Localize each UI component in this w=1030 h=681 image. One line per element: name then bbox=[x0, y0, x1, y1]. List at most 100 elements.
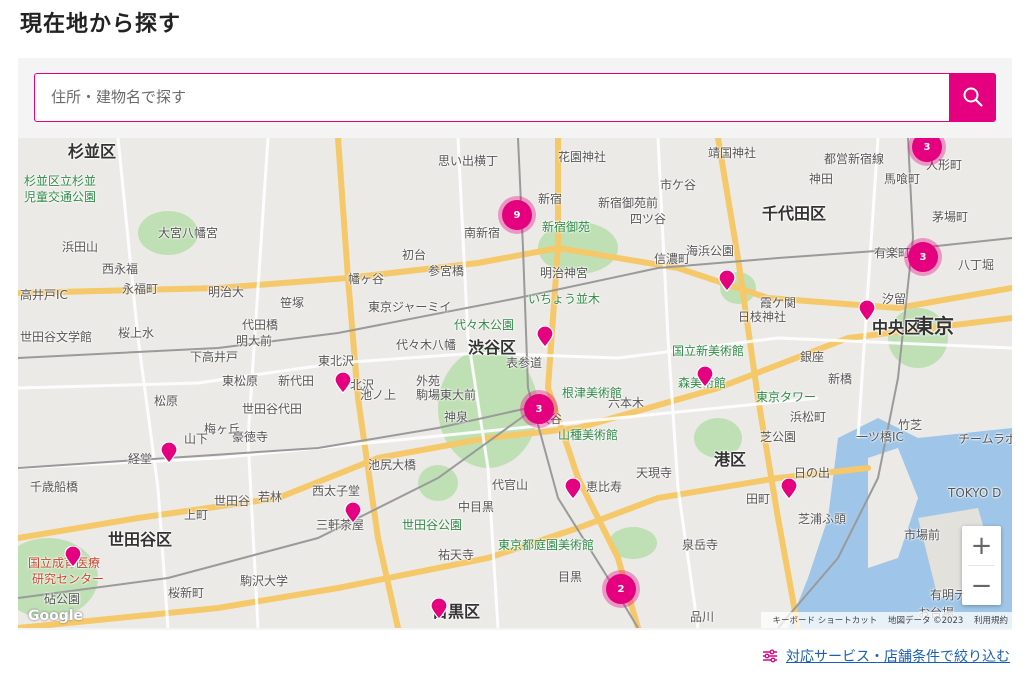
map-label: 西太子堂 bbox=[312, 484, 361, 498]
map-cluster-marker[interactable]: 2 bbox=[606, 574, 636, 604]
filter-link[interactable]: 対応サービス・店舗条件で絞り込む bbox=[762, 646, 1010, 666]
map-label: 明治神宮 bbox=[540, 266, 589, 280]
map-pin-icon[interactable] bbox=[344, 501, 362, 524]
zoom-in-button[interactable]: + bbox=[962, 526, 1001, 565]
search-box bbox=[34, 73, 996, 122]
map-label: 世田谷文学館 bbox=[20, 330, 93, 344]
terms-link[interactable]: 利用規約 bbox=[974, 616, 1008, 626]
map-pin-icon[interactable] bbox=[564, 477, 582, 500]
map-label: 馬喰町 bbox=[884, 172, 921, 186]
map-label: 明治大 bbox=[208, 285, 245, 299]
map-label: 新宿 bbox=[538, 192, 563, 206]
map-label: 東北沢 bbox=[318, 354, 355, 368]
map-label: 松原 bbox=[154, 394, 179, 408]
map-label: 桜上水 bbox=[118, 326, 155, 340]
map-pin-icon[interactable] bbox=[430, 597, 448, 620]
map-label: 八丁堀 bbox=[958, 258, 995, 272]
map-label: 靖国神社 bbox=[708, 146, 757, 160]
map-label: 若林 bbox=[258, 490, 283, 504]
map-label: 千代田区 bbox=[762, 204, 827, 223]
map-label: 杉並区立杉並 bbox=[24, 174, 97, 188]
map-label: 恵比寿 bbox=[586, 480, 623, 494]
map-label: 豪徳寺 bbox=[232, 430, 269, 444]
map-label: 千歳船橋 bbox=[30, 480, 79, 494]
map-pin-icon[interactable] bbox=[536, 325, 554, 348]
map-label: 目黒 bbox=[558, 570, 583, 584]
map-label: 西永福 bbox=[102, 262, 139, 276]
map-label: 代田橋 bbox=[242, 318, 279, 332]
search-button[interactable] bbox=[949, 73, 996, 121]
map-label: 信濃町 bbox=[654, 252, 691, 266]
map-label: 汐留 bbox=[882, 292, 907, 306]
map-label: 中目黒 bbox=[458, 500, 495, 514]
map-label: 表参道 bbox=[506, 356, 543, 370]
map-label: 有楽町 bbox=[874, 246, 911, 260]
map-label: 経堂 bbox=[128, 452, 153, 466]
map-label: 世田谷区 bbox=[108, 530, 173, 549]
map-pin-icon[interactable] bbox=[64, 545, 82, 568]
map-label: 新宿御苑 bbox=[542, 220, 591, 234]
map-label: 外苑 bbox=[416, 374, 441, 388]
map-label: 日の出 bbox=[794, 466, 831, 480]
map-label: 一ツ橋IC bbox=[856, 430, 904, 444]
map-label: 神田 bbox=[809, 172, 834, 186]
map-label: 新宿御苑前 bbox=[598, 196, 659, 210]
map-label: チームラボプラネ bbox=[958, 432, 1012, 446]
map-label: 浜松町 bbox=[790, 410, 827, 424]
map-cluster-marker[interactable]: 3 bbox=[524, 394, 554, 424]
map-label: 大宮八幡宮 bbox=[158, 226, 219, 240]
map-pin-icon[interactable] bbox=[858, 299, 876, 322]
map-label: 砧公園 bbox=[44, 592, 81, 606]
map-label: 桜新町 bbox=[168, 586, 205, 600]
sliders-icon bbox=[763, 649, 777, 663]
map-label: 泉岳寺 bbox=[682, 538, 719, 552]
map-label: 港区 bbox=[714, 450, 747, 469]
map-cluster-marker[interactable]: 3 bbox=[908, 242, 938, 272]
map-label: 代々木八幡 bbox=[396, 338, 457, 352]
map-label: 世田谷 bbox=[214, 494, 251, 508]
map-label: 笹塚 bbox=[280, 296, 305, 310]
map-label: 中央区 bbox=[872, 318, 921, 337]
map-label: 銀座 bbox=[800, 350, 825, 364]
map-pin-icon[interactable] bbox=[696, 365, 714, 388]
map-label: 山下 bbox=[184, 432, 209, 446]
map-label: 参宮橋 bbox=[428, 264, 465, 278]
map-attribution: キーボード ショートカット 地図データ ©2023 利用規約 bbox=[760, 612, 1012, 628]
map-label: TOKYO D bbox=[948, 486, 1002, 500]
map-label: 芝公園 bbox=[760, 430, 797, 444]
map-label: 児童交通公園 bbox=[24, 190, 97, 204]
map-label: 海浜公園 bbox=[686, 244, 735, 258]
map-label: 東京タワー bbox=[756, 390, 817, 404]
map-label: いちょう並木 bbox=[528, 292, 601, 306]
map-label: 六本木 bbox=[608, 396, 645, 410]
map-label: 駒沢大学 bbox=[240, 574, 289, 588]
map-pin-icon[interactable] bbox=[718, 269, 736, 292]
map-label: 天現寺 bbox=[636, 466, 673, 480]
map-label: 品川 bbox=[690, 610, 715, 624]
search-input[interactable] bbox=[35, 74, 947, 120]
map-label: 茅場町 bbox=[932, 210, 969, 224]
map-label: 都営新宿線 bbox=[824, 152, 885, 166]
map-label: 初台 bbox=[402, 248, 427, 262]
filter-link-label: 対応サービス・店舗条件で絞り込む bbox=[786, 649, 1010, 665]
zoom-out-button[interactable]: − bbox=[962, 566, 1001, 605]
map-pin-icon[interactable] bbox=[780, 477, 798, 500]
map-label: 山種美術館 bbox=[558, 428, 619, 442]
map[interactable]: 杉並区 杉並区立杉並 児童交通公園 大宮八幡宮 浜田山 西永福 永福町 明治大 高井戸IC 世田谷… bbox=[18, 138, 1012, 628]
map-label: 世田谷代田 bbox=[242, 402, 303, 416]
map-cluster-marker[interactable]: 9 bbox=[502, 200, 532, 230]
map-label: 花園神社 bbox=[558, 150, 607, 164]
map-label: 幡ヶ谷 bbox=[348, 272, 385, 286]
map-pin-icon[interactable] bbox=[160, 441, 178, 464]
map-label: 竹芝 bbox=[898, 418, 923, 432]
map-label: 代官山 bbox=[492, 478, 529, 492]
map-label: 新橋 bbox=[828, 372, 853, 386]
map-label: 祐天寺 bbox=[438, 548, 475, 562]
map-pin-icon[interactable] bbox=[334, 371, 352, 394]
map-label: 芝浦ふ頭 bbox=[798, 512, 847, 526]
map-label: 南新宿 bbox=[464, 226, 501, 240]
keyboard-shortcuts-link[interactable]: キーボード ショートカット bbox=[773, 616, 878, 626]
map-label: 下高井戸 bbox=[190, 350, 239, 364]
map-label: 東京ジャーミイ bbox=[368, 300, 452, 314]
map-label: 神泉 bbox=[444, 410, 469, 424]
